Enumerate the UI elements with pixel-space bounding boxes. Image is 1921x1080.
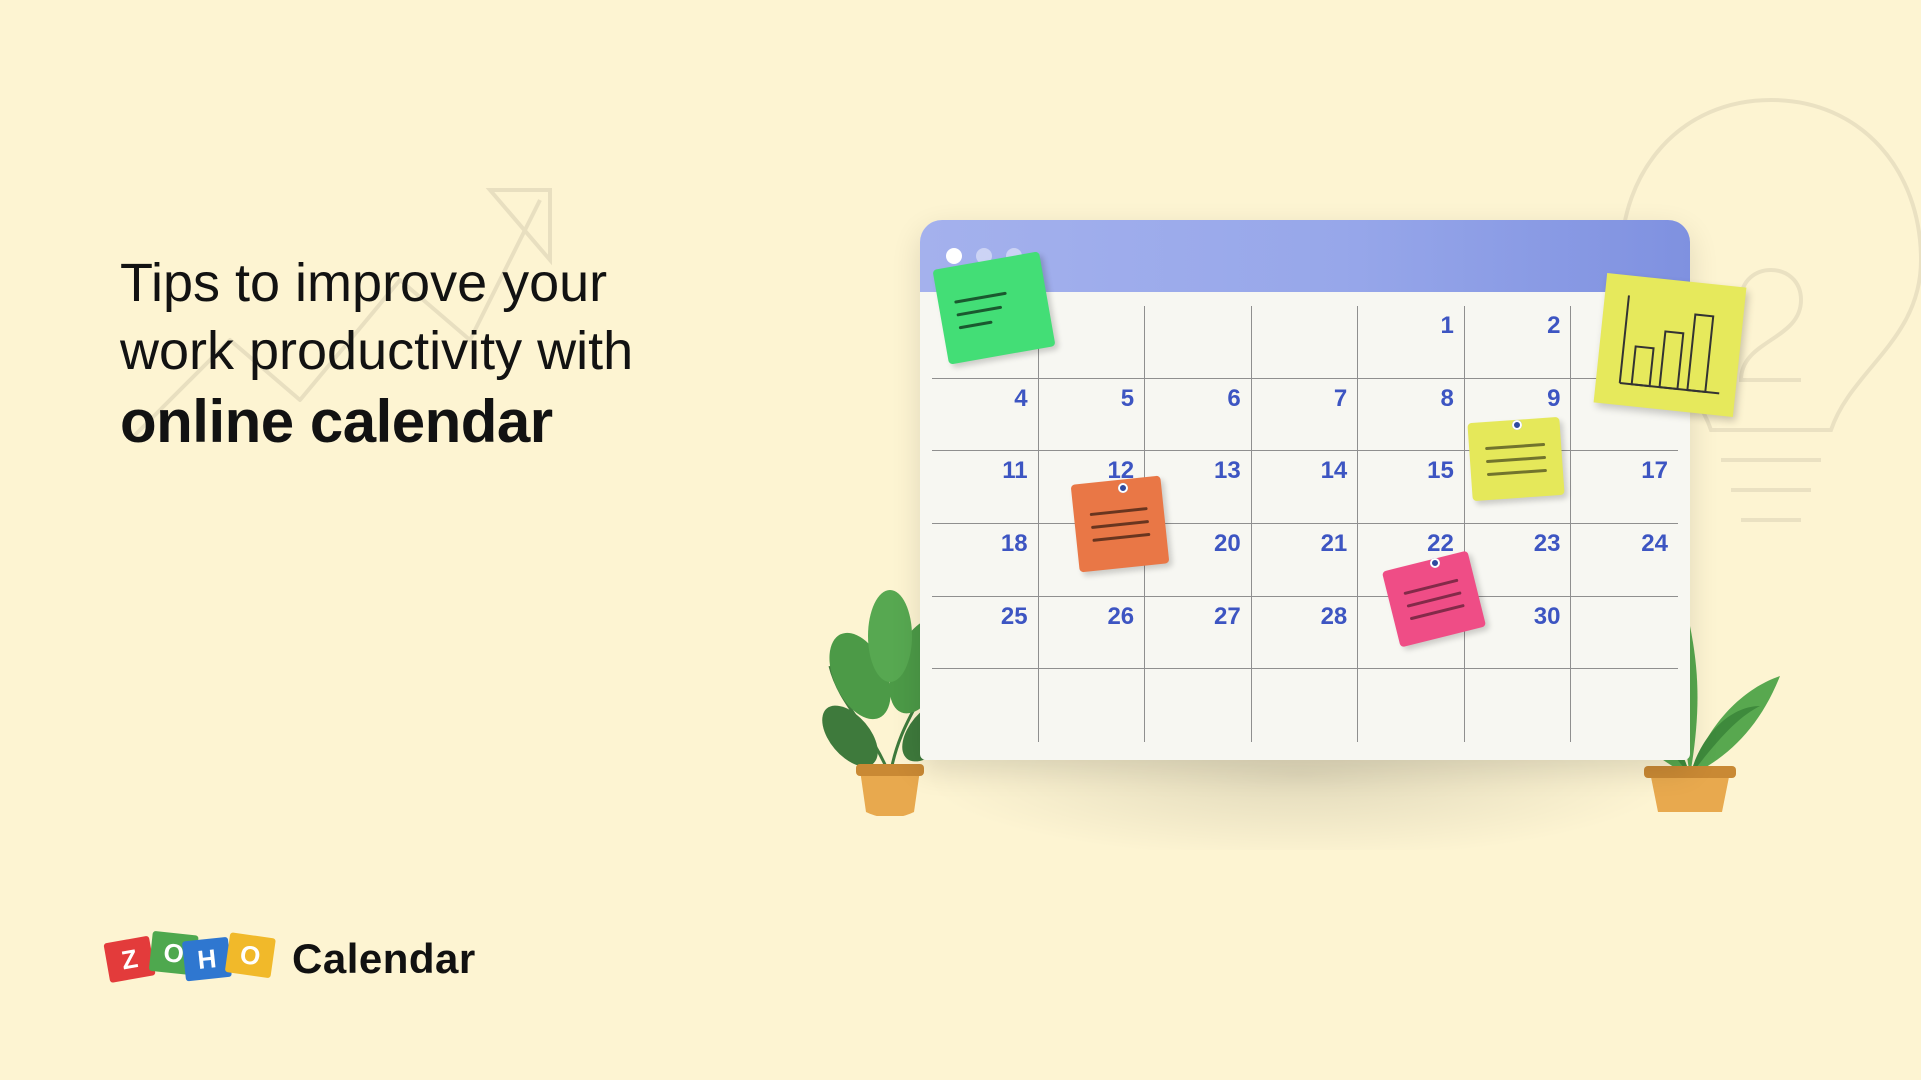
day-number: 15 bbox=[1427, 459, 1454, 483]
zoho-tiles: Z O H O bbox=[110, 939, 270, 979]
sticky-note-green bbox=[932, 251, 1055, 364]
brand-logo: Z O H O Calendar bbox=[110, 938, 476, 980]
tile-z: Z bbox=[103, 936, 155, 983]
tile-h: H bbox=[182, 937, 232, 982]
calendar-window: 1234567891011121314151617181920212223242… bbox=[920, 220, 1690, 760]
headline-bold: online calendar bbox=[120, 387, 633, 456]
pin-icon bbox=[1118, 483, 1128, 493]
illustration: 1234567891011121314151617181920212223242… bbox=[870, 220, 1730, 810]
day-number: 2 bbox=[1547, 314, 1560, 338]
day-number: 5 bbox=[1121, 387, 1134, 411]
day-number: 18 bbox=[1001, 532, 1028, 556]
day-number: 6 bbox=[1227, 387, 1240, 411]
day-number: 4 bbox=[1014, 387, 1027, 411]
day-number: 30 bbox=[1534, 605, 1561, 629]
day-number: 9 bbox=[1547, 387, 1560, 411]
day-number: 26 bbox=[1107, 605, 1134, 629]
headline: Tips to improve your work productivity w… bbox=[120, 250, 633, 456]
pin-icon bbox=[1430, 558, 1440, 568]
day-number: 25 bbox=[1001, 605, 1028, 629]
day-number: 24 bbox=[1641, 532, 1668, 556]
day-number: 1 bbox=[1440, 314, 1453, 338]
day-number: 7 bbox=[1334, 387, 1347, 411]
tile-o2: O bbox=[225, 932, 276, 978]
sticky-note-chart bbox=[1594, 273, 1747, 417]
day-number: 23 bbox=[1534, 532, 1561, 556]
brand-name: Calendar bbox=[292, 938, 476, 980]
day-number: 28 bbox=[1321, 605, 1348, 629]
day-number: 17 bbox=[1641, 459, 1668, 483]
headline-line-1: Tips to improve your bbox=[120, 250, 633, 318]
day-number: 22 bbox=[1427, 532, 1454, 556]
day-number: 20 bbox=[1214, 532, 1241, 556]
day-number: 21 bbox=[1321, 532, 1348, 556]
day-number: 8 bbox=[1440, 387, 1453, 411]
day-number: 27 bbox=[1214, 605, 1241, 629]
pin-icon bbox=[1512, 420, 1522, 430]
calendar-grid: 1234567891011121314151617181920212223242… bbox=[932, 306, 1678, 742]
day-number: 13 bbox=[1214, 459, 1241, 483]
day-number: 14 bbox=[1321, 459, 1348, 483]
day-number: 11 bbox=[1002, 459, 1027, 483]
headline-line-2: work productivity with bbox=[120, 318, 633, 386]
window-dot-1 bbox=[946, 248, 962, 264]
